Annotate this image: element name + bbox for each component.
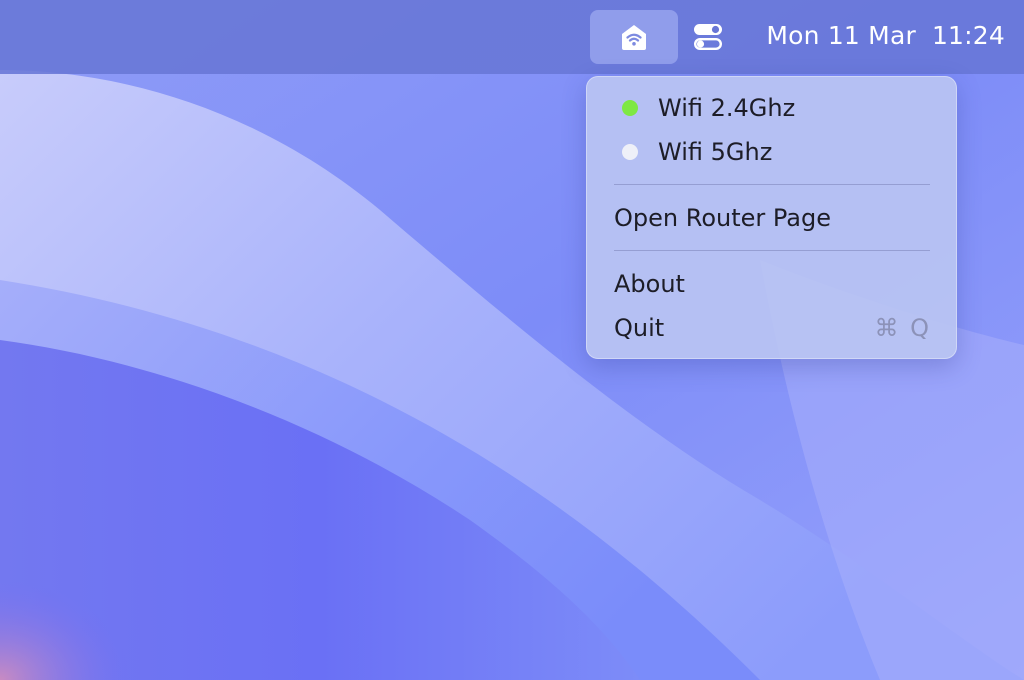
router-dropdown-menu: Wifi 2.4Ghz Wifi 5Ghz Open Router Page A… [586,76,957,359]
menu-bar: Mon 11 Mar 11:24 [0,0,1024,74]
status-dot-active-icon [622,100,638,116]
status-dot-inactive-icon [622,144,638,160]
menu-item-quit-label: Quit [614,314,665,342]
menubar-date: Mon 11 Mar [766,21,916,50]
menu-item-about[interactable]: About [614,266,685,302]
menu-separator [614,250,930,251]
menu-item-wifi-5ghz[interactable]: Wifi 5Ghz [658,134,772,170]
menubar-clock[interactable]: Mon 11 Mar 11:24 [745,18,1005,54]
control-center-toggle-icon[interactable] [690,20,726,54]
quit-shortcut-hint: ⌘ Q [874,314,931,342]
menu-item-wifi-24ghz[interactable]: Wifi 2.4Ghz [658,90,795,126]
router-wifi-icon-graphic [622,25,646,50]
menu-item-open-router-page[interactable]: Open Router Page [614,200,831,236]
menubar-time: 11:24 [931,21,1005,50]
router-wifi-icon[interactable] [590,10,678,64]
menu-separator [614,184,930,185]
